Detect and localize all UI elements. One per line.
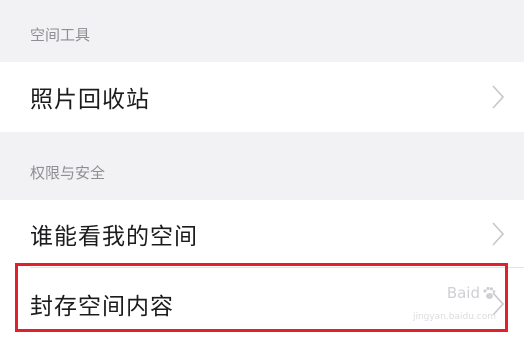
watermark-url: jingyan.baidu.com — [412, 312, 496, 322]
section-header-space-tools: 空间工具 — [0, 0, 524, 62]
section-header-label: 空间工具 — [30, 26, 91, 44]
section-header-label: 权限与安全 — [30, 164, 106, 182]
row-who-can-view-space[interactable]: 谁能看我的空间 — [0, 200, 524, 268]
watermark-brand: Baid — [446, 284, 480, 302]
watermark: Baid — [447, 284, 496, 302]
chevron-right-icon — [492, 222, 504, 246]
section-header-permission-security: 权限与安全 — [0, 132, 524, 200]
row-archive-space-content[interactable]: 封存空间内容 — [0, 268, 524, 340]
chevron-right-icon — [492, 85, 504, 109]
row-label: 谁能看我的空间 — [30, 224, 198, 250]
settings-screen: 空间工具 照片回收站 权限与安全 谁能看我的空间 封存空间内容 Baid jin… — [0, 0, 524, 340]
baidu-paw-icon — [483, 286, 496, 299]
row-label: 封存空间内容 — [30, 294, 174, 320]
row-photo-recycle-bin[interactable]: 照片回收站 — [0, 62, 524, 132]
row-label: 照片回收站 — [30, 87, 150, 113]
